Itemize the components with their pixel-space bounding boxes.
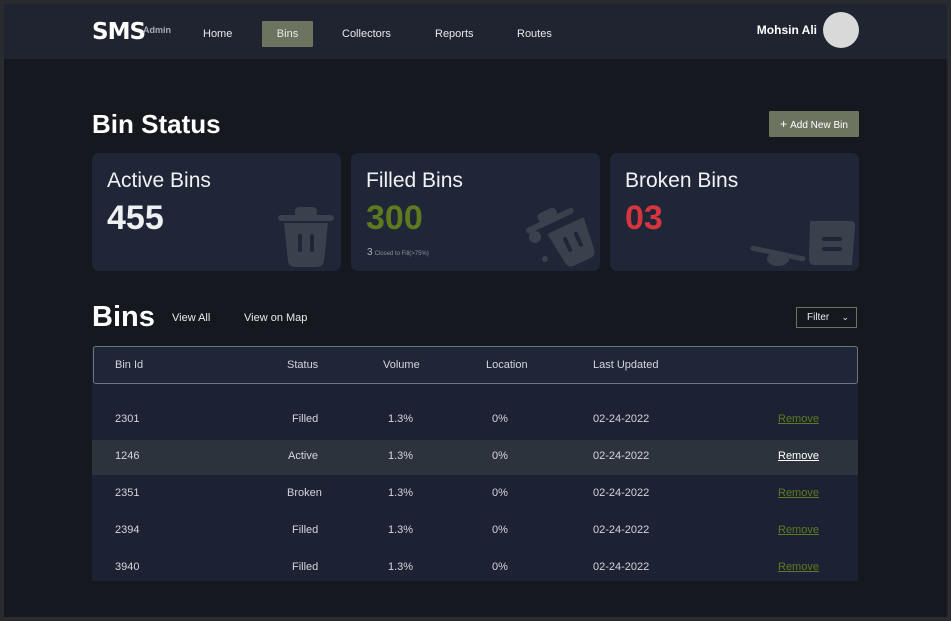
- bin-id: 1246: [115, 450, 140, 462]
- bin-location: 0%: [492, 450, 508, 462]
- remove-link[interactable]: Remove: [778, 524, 819, 536]
- chevron-down-icon: ⌄: [841, 312, 849, 322]
- bins-table: Bin Id Status Volume Location Last Updat…: [92, 346, 858, 581]
- bin-last-updated: 02-24-2022: [593, 487, 650, 499]
- logo[interactable]: SMS: [92, 19, 146, 45]
- filter-dropdown[interactable]: Filter ⌄: [796, 307, 857, 328]
- closed-to-fill-label: Closed to Fill(>75%): [374, 251, 429, 257]
- avatar[interactable]: [823, 12, 859, 48]
- bin-id: 2394: [115, 524, 140, 536]
- bin-status: Filled: [292, 413, 319, 425]
- trash-bin-icon: [278, 207, 334, 267]
- bin-volume: 1.3%: [388, 487, 414, 499]
- nav-routes[interactable]: Routes: [503, 21, 566, 47]
- card-title: Active Bins: [107, 169, 211, 192]
- closed-to-fill-count: 3: [367, 247, 373, 258]
- remove-link[interactable]: Remove: [778, 487, 819, 499]
- column-header-volume[interactable]: Volume: [383, 359, 420, 371]
- bin-last-updated: 02-24-2022: [593, 450, 650, 462]
- plus-icon: +: [780, 117, 788, 131]
- nav-bins[interactable]: Bins: [262, 21, 313, 47]
- bin-id: 2301: [115, 413, 140, 425]
- card-broken-bins[interactable]: Broken Bins 03: [610, 153, 859, 271]
- tipped-bin-icon: [525, 207, 595, 267]
- remove-link[interactable]: Remove: [778, 413, 819, 425]
- nav-collectors[interactable]: Collectors: [328, 21, 405, 47]
- nav-reports[interactable]: Reports: [421, 21, 488, 47]
- card-filled-bins[interactable]: Filled Bins 300 3 Closed to Fill(>75%): [351, 153, 600, 271]
- view-on-map-link[interactable]: View on Map: [244, 312, 307, 324]
- add-new-bin-button[interactable]: + Add New Bin: [769, 111, 859, 137]
- broken-bin-icon: [750, 221, 856, 266]
- top-navbar: SMS Admin Home Bins Collectors Reports R…: [4, 4, 947, 59]
- bin-status: Filled: [292, 561, 319, 573]
- table-row[interactable]: 1246 Active 1.3% 0% 02-24-2022 Remove: [92, 440, 858, 475]
- bin-status: Active: [288, 450, 318, 462]
- logo-admin-label: Admin: [143, 25, 171, 35]
- bin-location: 0%: [492, 413, 508, 425]
- card-title: Filled Bins: [366, 169, 463, 192]
- bin-location: 0%: [492, 561, 508, 573]
- table-row[interactable]: 2301 Filled 1.3% 0% 02-24-2022 Remove: [92, 403, 858, 438]
- remove-link[interactable]: Remove: [778, 561, 819, 573]
- bin-location: 0%: [492, 487, 508, 499]
- bin-volume: 1.3%: [388, 561, 414, 573]
- column-header-last-updated[interactable]: Last Updated: [593, 359, 658, 371]
- bin-volume: 1.3%: [388, 450, 414, 462]
- bin-last-updated: 02-24-2022: [593, 561, 650, 573]
- bin-last-updated: 02-24-2022: [593, 524, 650, 536]
- table-row[interactable]: 2394 Filled 1.3% 0% 02-24-2022 Remove: [92, 514, 858, 549]
- bin-location: 0%: [492, 524, 508, 536]
- column-header-location[interactable]: Location: [486, 359, 528, 371]
- view-all-link[interactable]: View All: [172, 312, 210, 324]
- bin-status: Broken: [287, 487, 322, 499]
- column-header-bin-id[interactable]: Bin Id: [115, 359, 143, 371]
- card-value: 455: [107, 199, 164, 237]
- bin-id: 3940: [115, 561, 140, 573]
- filter-label: Filter: [807, 312, 830, 323]
- card-active-bins[interactable]: Active Bins 455: [92, 153, 341, 271]
- nav-home[interactable]: Home: [189, 21, 246, 47]
- user-name[interactable]: Mohsin Ali: [757, 23, 817, 37]
- bin-status: Filled: [292, 524, 319, 536]
- add-new-bin-label: Add New Bin: [790, 120, 848, 131]
- table-row[interactable]: 2351 Broken 1.3% 0% 02-24-2022 Remove: [92, 477, 858, 512]
- page-title: Bin Status: [92, 109, 221, 139]
- app-frame: SMS Admin Home Bins Collectors Reports R…: [4, 4, 947, 617]
- remove-link[interactable]: Remove: [778, 450, 819, 462]
- column-header-status[interactable]: Status: [287, 359, 318, 371]
- card-value: 03: [625, 199, 663, 237]
- table-header: Bin Id Status Volume Location Last Updat…: [93, 346, 858, 384]
- bin-volume: 1.3%: [388, 413, 414, 425]
- table-row[interactable]: 3940 Filled 1.3% 0% 02-24-2022 Remove: [92, 551, 858, 586]
- card-value: 300: [366, 199, 423, 237]
- bin-volume: 1.3%: [388, 524, 414, 536]
- bin-last-updated: 02-24-2022: [593, 413, 650, 425]
- card-title: Broken Bins: [625, 169, 739, 192]
- bins-section-title: Bins: [92, 301, 155, 333]
- closed-to-fill-note: 3 Closed to Fill(>75%): [367, 247, 429, 258]
- bin-id: 2351: [115, 487, 140, 499]
